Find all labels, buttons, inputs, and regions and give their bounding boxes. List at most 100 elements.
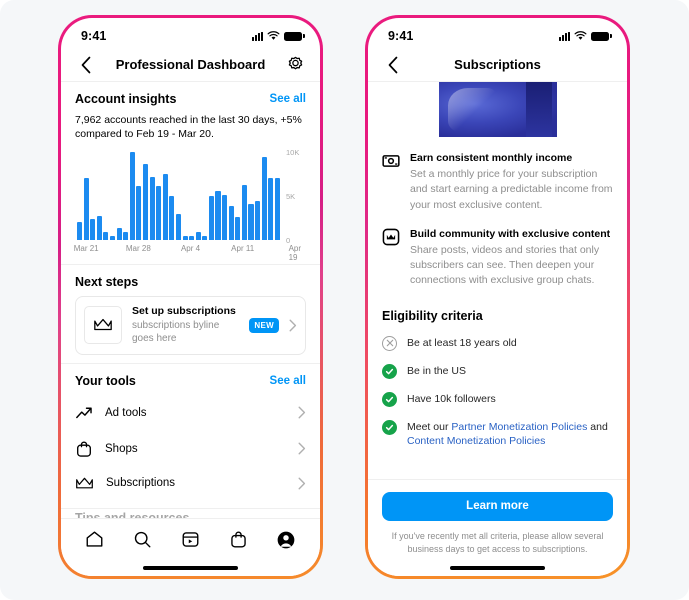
your-tools-section: Your tools See all Ad tools Shops Subscr… [61,364,320,508]
left-scroll-body[interactable]: Account insights See all 7,962 accounts … [61,82,320,518]
cellular-signal-icon [252,31,263,41]
chart-bar [248,203,254,240]
your-tools-see-all[interactable]: See all [270,375,306,387]
card-thumb [84,306,122,345]
money-bill-icon [382,155,400,167]
back-button[interactable] [382,54,404,76]
search-tab[interactable] [132,529,154,551]
chart-bar [136,186,142,240]
reels-tab[interactable] [179,529,201,551]
learn-more-button[interactable]: Learn more [382,491,613,521]
eligibility-row-age: Be at least 18 years old [368,335,627,351]
y-tick-label: 10K [286,147,300,157]
feature-text: Earn consistent monthly income Set a mon… [410,151,613,213]
chevron-left-icon [388,56,398,73]
shop-tab[interactable] [227,529,249,551]
x-tick-label: Apr 11 [231,243,255,253]
home-tab[interactable] [84,529,106,551]
shopping-bag-icon [77,441,91,457]
chart-bar [96,216,102,240]
chart-y-axis: 10K 5K 0 [280,148,306,245]
insight-summary: 7,962 accounts reached in the last 30 da… [75,114,302,141]
eligibility-text-policies: Meet our Partner Monetization Policies a… [407,419,613,449]
chevron-right-icon [289,319,297,332]
section-title: Your tools [75,373,136,388]
chart-bar [261,157,267,240]
shopping-bag-icon [231,531,246,548]
footer-note: If you've recently met all criteria, ple… [391,530,604,554]
tool-chevron[interactable] [298,477,306,490]
content-monetization-policies-link[interactable]: Content Monetization Policies [407,435,545,447]
feature-earn-income: Earn consistent monthly income Set a mon… [368,151,627,213]
chart-bar [123,232,129,240]
chart-bar [116,227,122,240]
set-up-subscriptions-card[interactable]: Set up subscriptions subscriptions bylin… [75,295,306,355]
right-home-indicator [368,560,627,576]
wifi-icon [574,31,587,40]
tool-label: Shops [105,442,138,455]
account-insights-see-all[interactable]: See all [270,93,306,105]
circle-check-icon [382,391,397,407]
chart-bar [175,214,181,240]
circle-check-icon [382,363,397,379]
policies-middle: and [587,420,608,433]
settings-button[interactable] [284,54,306,76]
chart-bar [235,217,241,240]
eligibility-text: Be in the US [407,364,466,377]
card-title: Set up subscriptions [132,304,236,317]
chart-bar [255,201,261,240]
y-tick-label: 5K [286,191,296,201]
card-subtitle: subscriptions byline goes here [132,319,220,345]
eligibility-title: Eligibility criteria [382,308,483,323]
next-steps-section: Next steps Set up subscriptions subscrip… [61,265,320,363]
chart-bar [162,173,168,240]
section-title: Account insights [75,92,177,106]
chevron-right-icon [298,442,306,455]
chart-bar [182,235,188,240]
left-nav-bar: Professional Dashboard [61,48,320,82]
chart-bar [215,190,221,240]
chart-bar [77,221,83,240]
card-chevron[interactable] [289,319,297,332]
feature-text: Build community with exclusive content S… [410,227,613,289]
chart-bar [149,176,155,240]
page-title: Professional Dashboard [115,57,266,72]
right-scroll-body[interactable]: Earn consistent monthly income Set a mon… [368,82,627,479]
circle-x-icon [382,335,397,351]
right-footer: Learn more If you've recently met all cr… [368,478,627,560]
chart-bar [109,236,116,240]
tool-row-subscriptions[interactable]: Subscriptions [75,467,306,500]
crown-icon [76,477,93,489]
left-tab-bar [61,518,320,560]
profile-avatar-icon [277,531,295,548]
chart-bar [241,184,247,240]
chart-bar [208,195,214,240]
tool-chevron[interactable] [298,406,306,419]
trending-up-icon [76,407,92,418]
chart-bar [228,205,234,240]
tool-chevron[interactable] [298,442,306,455]
status-time: 9:41 [388,29,414,43]
chart-bar [90,218,96,240]
chart-bar [202,235,208,240]
eligibility-row-us: Be in the US [368,363,627,379]
tips-and-resources-partial[interactable]: Tips and resources [61,509,320,518]
new-badge: NEW [249,317,279,333]
partner-monetization-policies-link[interactable]: Partner Monetization Policies [451,421,587,433]
profile-tab[interactable] [275,529,297,551]
eligibility-text: Have 10k followers [407,392,496,405]
cellular-signal-icon [559,31,570,41]
tool-label: Subscriptions [106,477,176,490]
tool-row-shops[interactable]: Shops [75,431,306,467]
feature-body: Set a monthly price for your subscriptio… [410,168,613,211]
chevron-right-icon [298,477,306,490]
chevron-left-icon [81,56,91,73]
wifi-icon [267,31,280,40]
back-button[interactable] [75,54,97,76]
left-home-indicator [61,560,320,576]
chart-bars [77,151,280,240]
feature-body: Share posts, videos and stories that onl… [410,244,600,287]
card-text: Set up subscriptions subscriptions bylin… [132,305,239,346]
tool-row-ad-tools[interactable]: Ad tools [75,395,306,431]
feature-build-community: Build community with exclusive content S… [368,227,627,289]
